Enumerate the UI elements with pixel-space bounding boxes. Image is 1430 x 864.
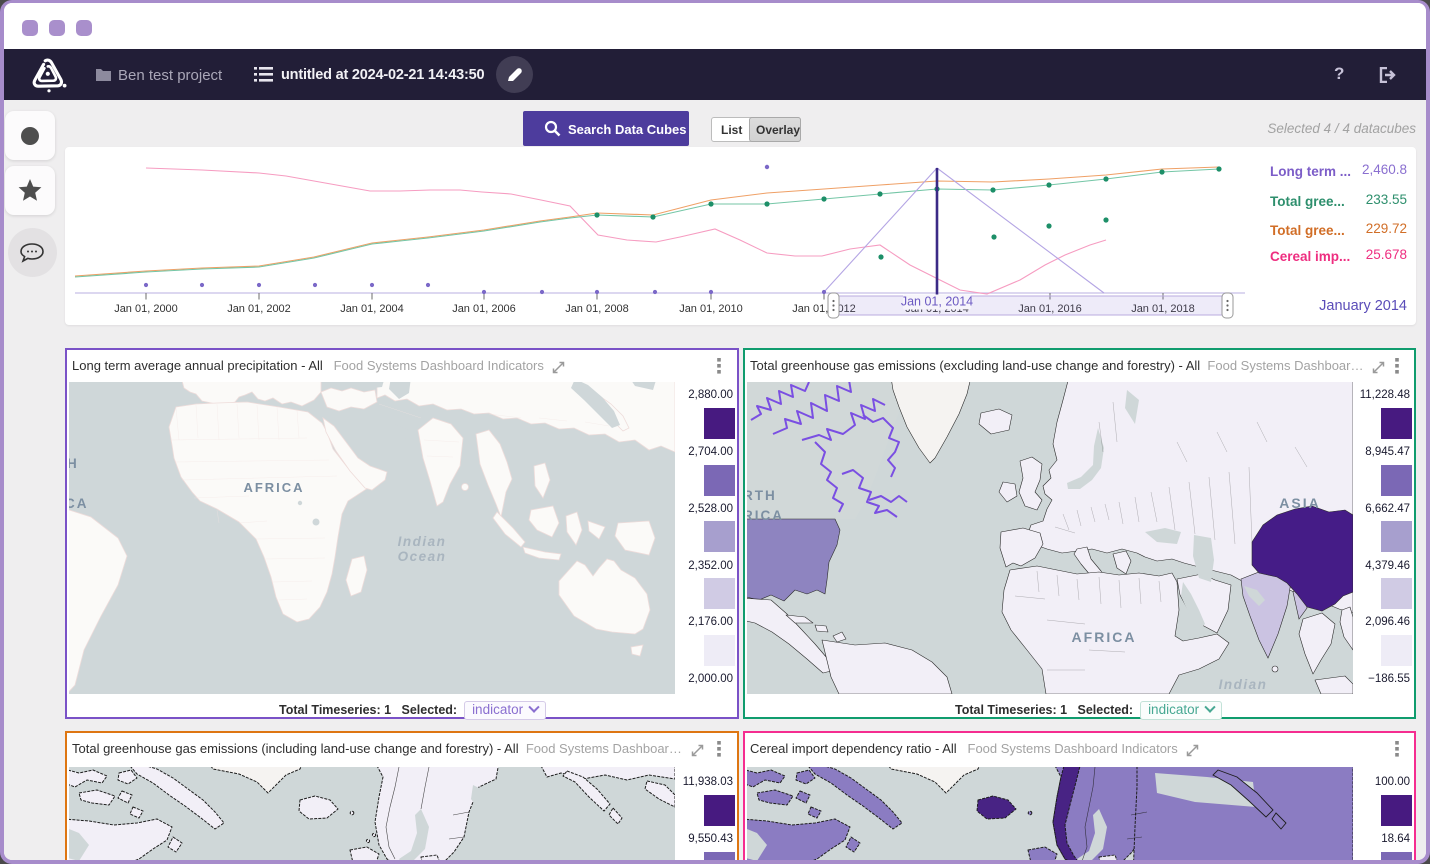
svg-text:Jan 01, 2004: Jan 01, 2004 bbox=[340, 303, 404, 315]
svg-text:ASIA: ASIA bbox=[1279, 495, 1320, 511]
svg-text:Cereal imp...: Cereal imp... bbox=[1270, 249, 1350, 264]
svg-text:Indian: Indian bbox=[398, 534, 447, 549]
svg-text:H: H bbox=[69, 456, 79, 471]
svg-text:25.678: 25.678 bbox=[1366, 247, 1407, 262]
svg-text:Jan 01, 2000: Jan 01, 2000 bbox=[114, 303, 178, 315]
svg-text:January 2014: January 2014 bbox=[1319, 298, 1407, 314]
svg-text:AFRICA: AFRICA bbox=[243, 480, 304, 495]
svg-text:Ocean: Ocean bbox=[398, 549, 447, 564]
svg-text:Total gree...: Total gree... bbox=[1270, 223, 1345, 238]
svg-text:Indian: Indian bbox=[1219, 677, 1268, 692]
svg-text:CA: CA bbox=[69, 496, 89, 511]
svg-text:RICA: RICA bbox=[747, 508, 784, 523]
svg-text:Total gree...: Total gree... bbox=[1270, 194, 1345, 209]
svg-text:Jan 01, 2006: Jan 01, 2006 bbox=[452, 303, 516, 315]
svg-text:RTH: RTH bbox=[747, 488, 777, 503]
svg-text:233.55: 233.55 bbox=[1366, 192, 1407, 207]
svg-text:229.72: 229.72 bbox=[1366, 221, 1407, 236]
svg-text:2,460.8: 2,460.8 bbox=[1362, 162, 1407, 177]
svg-text:Jan 01, 2014: Jan 01, 2014 bbox=[901, 295, 973, 309]
svg-text:Jan 01, 2010: Jan 01, 2010 bbox=[679, 303, 743, 315]
svg-text:Long term ...: Long term ... bbox=[1270, 164, 1351, 179]
svg-text:AFRICA: AFRICA bbox=[1072, 629, 1137, 645]
svg-text:Jan 01, 2002: Jan 01, 2002 bbox=[227, 303, 291, 315]
svg-text:Jan 01, 2008: Jan 01, 2008 bbox=[565, 303, 629, 315]
